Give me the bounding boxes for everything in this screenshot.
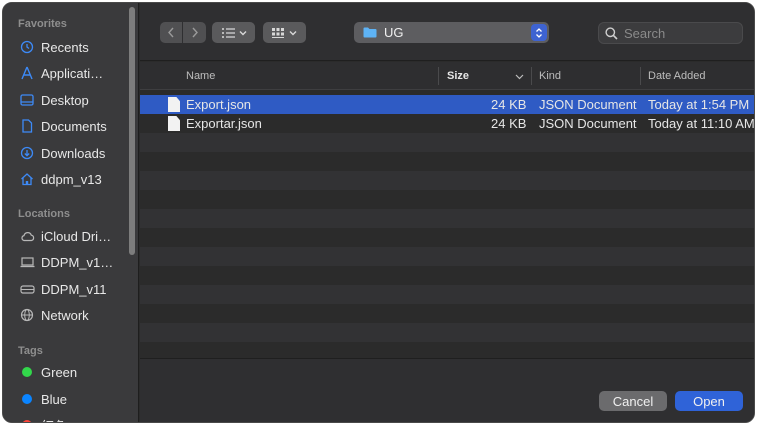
column-header-row: Name Size Kind Date Added xyxy=(140,62,754,90)
navigation-buttons xyxy=(160,22,206,43)
sidebar-item-ddpm-v11[interactable]: DDPM_v11 xyxy=(3,277,135,301)
tag-dot-icon xyxy=(19,364,35,380)
search-field[interactable]: Search xyxy=(598,22,743,44)
sidebar-item-label: iCloud Dri… xyxy=(41,228,112,244)
sidebar-item-icloud[interactable]: iCloud Dri… xyxy=(3,224,135,248)
sidebar-item-label: Downloads xyxy=(41,145,106,161)
tag-dot-icon xyxy=(19,417,35,422)
sidebar-item-documents[interactable]: Documents xyxy=(3,114,135,138)
sort-chevron-icon xyxy=(515,74,524,80)
globe-icon xyxy=(19,307,35,323)
bottom-bar: Cancel Open xyxy=(140,358,754,422)
folder-path-popup[interactable]: UG xyxy=(354,22,549,43)
file-kind: JSON Document xyxy=(539,116,637,131)
column-header-name[interactable]: Name xyxy=(186,70,215,82)
search-placeholder: Search xyxy=(624,25,666,41)
sidebar-section-tags: Tags xyxy=(18,345,43,357)
drive-icon xyxy=(19,281,35,297)
sidebar-item-home[interactable]: ddpm_v13 xyxy=(3,167,135,191)
folder-icon xyxy=(363,27,377,38)
cloud-icon xyxy=(19,228,35,244)
sidebar-item-desktop[interactable]: Desktop xyxy=(3,88,135,112)
file-size: 24 KB xyxy=(491,116,527,131)
document-icon xyxy=(19,118,35,134)
file-date-added: Today at 11:10 AM xyxy=(648,116,754,131)
file-icon xyxy=(168,116,180,131)
search-icon xyxy=(605,26,618,40)
file-icon xyxy=(168,97,180,112)
open-file-dialog: Favorites Recents Applicati… Desktop Doc… xyxy=(2,2,755,423)
sidebar-tag-red[interactable]: 红色 xyxy=(3,413,135,423)
sidebar-item-recents[interactable]: Recents xyxy=(3,35,135,59)
sidebar-tag-blue[interactable]: Blue xyxy=(3,387,135,411)
sidebar-item-label: 红色 xyxy=(41,416,67,423)
desktop-icon xyxy=(19,92,35,108)
empty-row xyxy=(140,209,754,228)
empty-row xyxy=(140,323,754,342)
column-header-size[interactable]: Size xyxy=(447,70,469,82)
grid-view-button[interactable] xyxy=(263,22,306,43)
empty-row xyxy=(140,171,754,190)
sidebar-item-label: Desktop xyxy=(41,92,89,108)
file-name: Exportar.json xyxy=(186,116,262,131)
sidebar-item-label: Green xyxy=(41,364,78,380)
grid-view-icon xyxy=(271,27,296,38)
home-icon xyxy=(19,171,35,187)
sidebar-item-downloads[interactable]: Downloads xyxy=(3,141,135,165)
sidebar-item-label: ddpm_v13 xyxy=(41,171,102,187)
folder-name: UG xyxy=(384,25,404,40)
file-size: 24 KB xyxy=(491,97,527,112)
sidebar-item-label: Documents xyxy=(41,118,107,134)
sidebar-section-favorites: Favorites xyxy=(18,18,67,30)
file-row[interactable]: Exportar.json 24 KB JSON Document Today … xyxy=(140,114,754,133)
sidebar-item-label: Network xyxy=(41,307,89,323)
empty-row xyxy=(140,285,754,304)
cancel-button[interactable]: Cancel xyxy=(599,391,667,411)
file-kind: JSON Document xyxy=(539,97,637,112)
file-date-added: Today at 1:54 PM xyxy=(648,97,750,112)
sidebar-scrollbar[interactable] xyxy=(129,7,135,255)
sidebar-item-label: Recents xyxy=(41,39,89,55)
chevron-right-icon xyxy=(191,27,198,38)
column-header-kind[interactable]: Kind xyxy=(539,70,561,82)
sidebar-item-label: Blue xyxy=(41,391,68,407)
clock-icon xyxy=(19,39,35,55)
empty-row xyxy=(140,247,754,266)
file-row[interactable]: Export.json 24 KB JSON Document Today at… xyxy=(140,95,754,114)
back-button[interactable] xyxy=(160,22,183,43)
sidebar-item-ddpm-v1[interactable]: DDPM_v1… xyxy=(3,250,135,274)
column-divider[interactable] xyxy=(438,67,439,85)
file-list: Name Size Kind Date Added Export.json 24… xyxy=(140,62,754,357)
sidebar-item-label: DDPM_v1… xyxy=(41,254,114,270)
sidebar-section-locations: Locations xyxy=(18,208,70,220)
open-button[interactable]: Open xyxy=(675,391,743,411)
laptop-icon xyxy=(19,254,35,270)
column-divider[interactable] xyxy=(640,67,641,85)
sidebar: Favorites Recents Applicati… Desktop Doc… xyxy=(3,3,139,422)
sidebar-item-applications[interactable]: Applicati… xyxy=(3,61,135,85)
sidebar-item-label: DDPM_v11 xyxy=(41,281,107,297)
toolbar: UG Search xyxy=(140,3,754,61)
applications-icon xyxy=(19,65,35,81)
column-header-date-added[interactable]: Date Added xyxy=(648,70,706,82)
chevron-left-icon xyxy=(168,27,174,38)
sidebar-tag-green[interactable]: Green xyxy=(3,360,135,384)
forward-button[interactable] xyxy=(183,22,206,43)
sidebar-item-label: Applicati… xyxy=(41,65,104,81)
sidebar-item-network[interactable]: Network xyxy=(3,303,135,327)
updown-chevron-icon xyxy=(531,24,547,41)
list-view-icon xyxy=(221,27,246,38)
tag-dot-icon xyxy=(19,391,35,407)
empty-row xyxy=(140,133,754,152)
list-view-button[interactable] xyxy=(212,22,255,43)
file-name: Export.json xyxy=(186,97,252,112)
column-divider[interactable] xyxy=(531,67,532,85)
download-icon xyxy=(19,145,35,161)
